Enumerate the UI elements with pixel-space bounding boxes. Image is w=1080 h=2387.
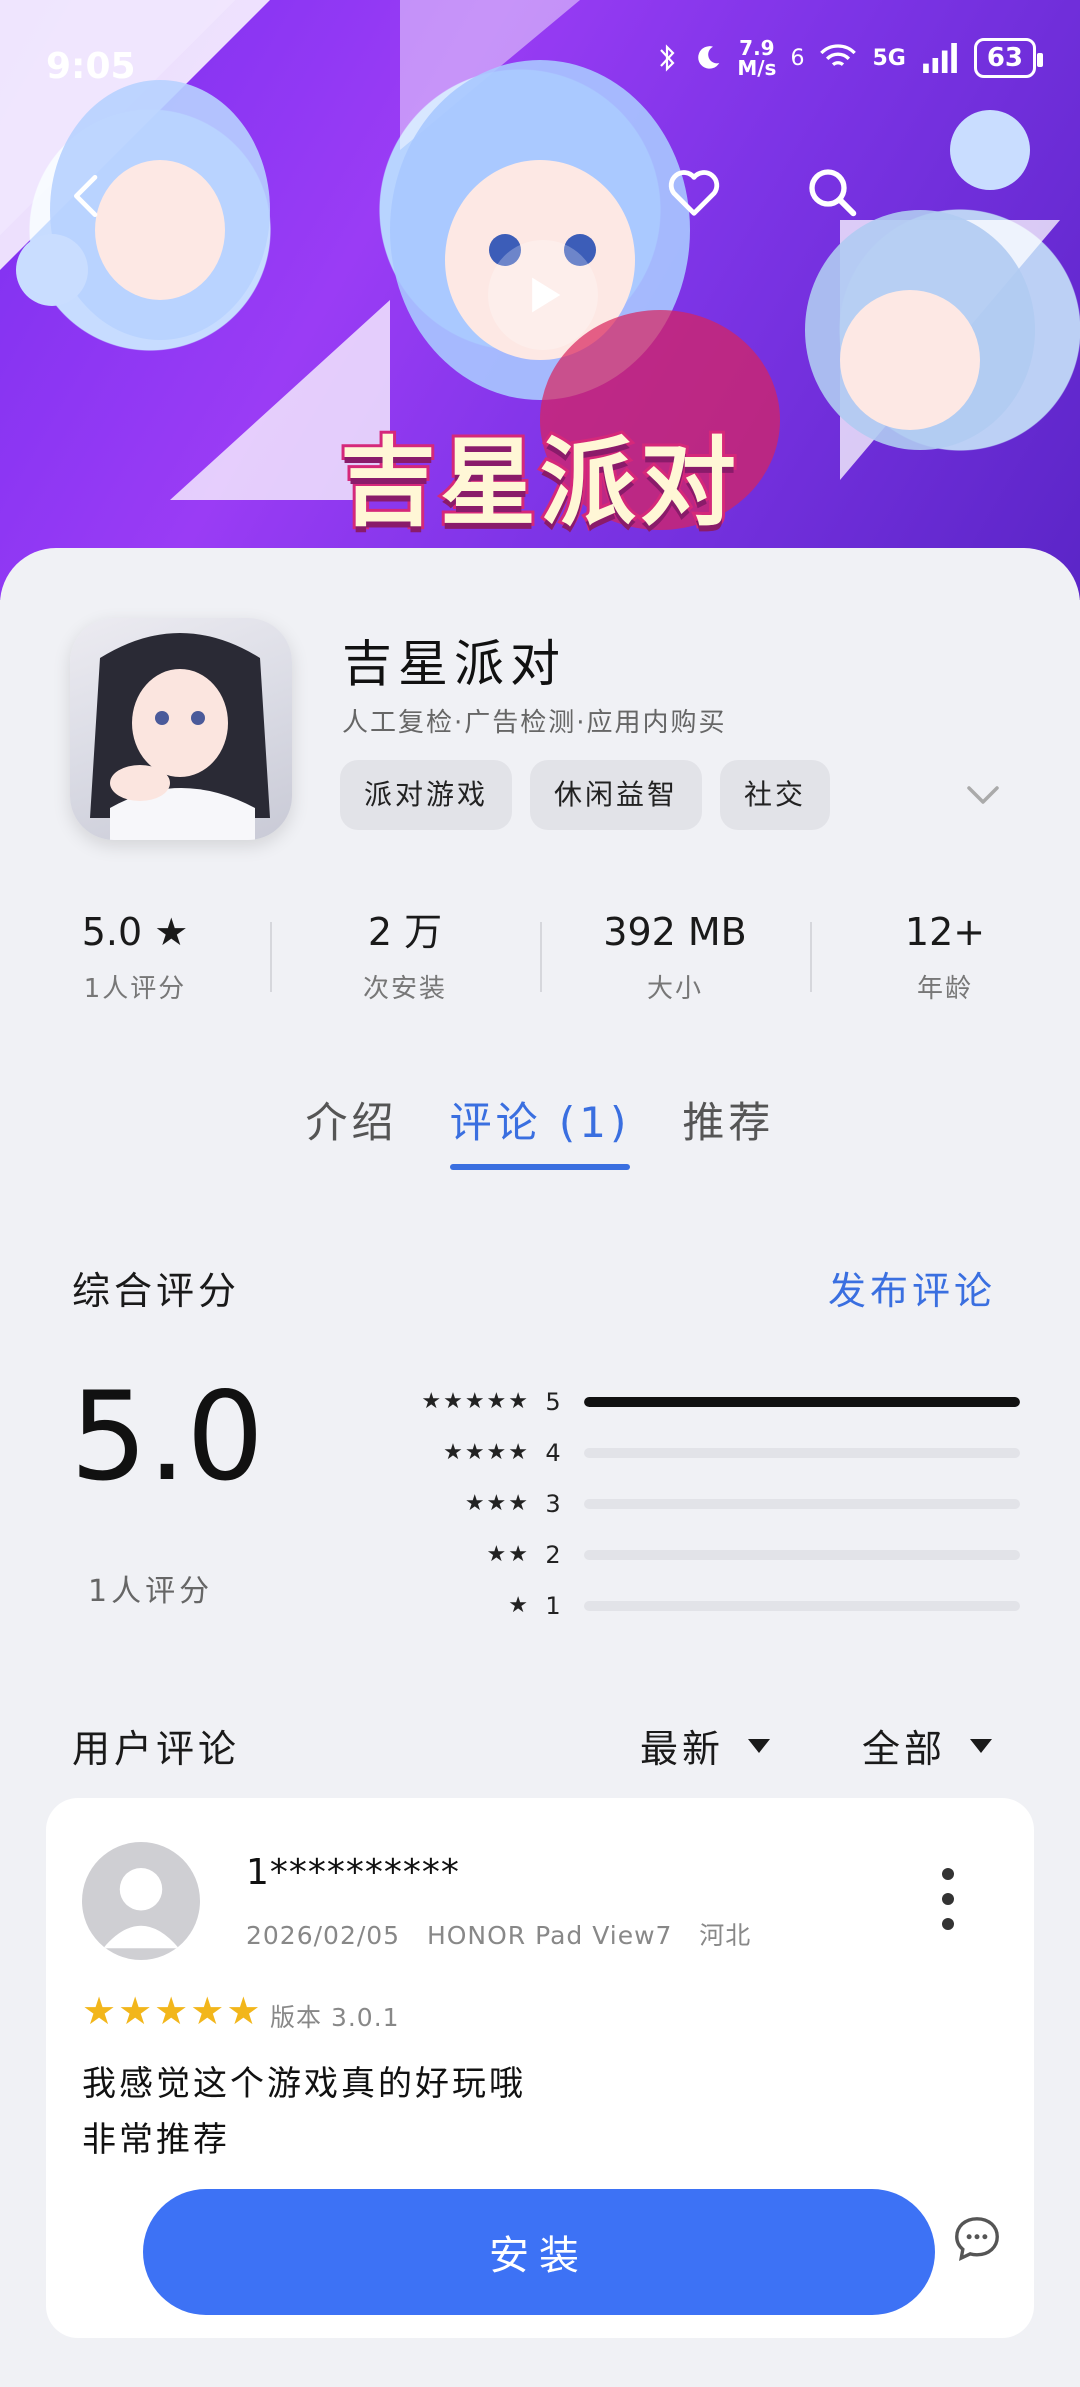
rating-bar-stars: ★ xyxy=(508,1593,530,1618)
rating-distribution: ★★★★★ 5 ★★★★ 4 ★★★ 3 ★★ 2 ★ 1 xyxy=(380,1376,1020,1631)
stat-size: 392 MB 大小 xyxy=(540,888,810,1038)
rating-bar-stars: ★★ xyxy=(486,1542,530,1567)
back-arrow-icon[interactable] xyxy=(60,168,116,224)
star-icon: ★ xyxy=(226,1989,261,2033)
stat-installs: 2 万 次安装 xyxy=(270,888,540,1038)
rating-bar-stars: ★★★ xyxy=(464,1491,530,1516)
rating-bar-level: 4 xyxy=(545,1438,561,1467)
video-play-button[interactable] xyxy=(488,240,598,350)
app-badges: 人工复检·广告检测·应用内购买 xyxy=(342,708,727,738)
rating-bar-stars: ★★★★ xyxy=(443,1440,530,1465)
tag-chip[interactable]: 休闲益智 xyxy=(530,760,703,830)
rating-bar-track xyxy=(584,1396,1020,1407)
star-icon: ★ xyxy=(154,1989,189,2033)
wifi-icon xyxy=(820,44,857,67)
hero-logo-text: 吉星派对 xyxy=(337,424,740,542)
cell-signal-icon xyxy=(922,43,957,73)
chat-bubble-icon[interactable] xyxy=(950,2212,1004,2266)
star-icon: ★ xyxy=(190,1989,225,2033)
rating-bar-row: ★★★★★ 5 xyxy=(380,1376,1020,1427)
play-icon xyxy=(532,277,561,313)
install-button[interactable]: 安装 xyxy=(143,2189,935,2315)
rating-bar-row: ★★★★ 4 xyxy=(380,1427,1020,1478)
review-stars: ★ ★ ★ ★ ★ xyxy=(82,1992,260,2030)
app-icon xyxy=(70,618,292,840)
rating-bar-level: 1 xyxy=(545,1591,561,1620)
app-stats: 5.0 ★ 1人评分 2 万 次安装 392 MB 大小 12+ 年龄 xyxy=(0,888,1080,1038)
do-not-disturb-moon-icon xyxy=(698,46,720,69)
overall-score: 5.0 xyxy=(70,1366,265,1508)
rating-bar-level: 3 xyxy=(545,1489,561,1518)
caret-down-icon xyxy=(970,1738,993,1753)
rating-section-title: 综合评分 xyxy=(72,1269,241,1313)
sort-label: 最新 xyxy=(640,1727,725,1771)
search-icon[interactable] xyxy=(800,160,864,224)
tab-reviews[interactable]: 评论 (1) xyxy=(449,1088,631,1178)
battery-indicator: 63 xyxy=(973,38,1044,78)
app-detail-card: 吉星派对 人工复检·广告检测·应用内购买 派对游戏 休闲益智 社交 5.0 ★ … xyxy=(0,548,1080,2387)
favorite-heart-icon[interactable] xyxy=(662,160,726,224)
sim-indicator: 6 xyxy=(790,45,805,71)
rating-count: 1人评分 xyxy=(88,1574,214,1609)
app-tags: 派对游戏 休闲益智 社交 xyxy=(340,760,831,830)
star-icon: ★ xyxy=(118,1989,153,2033)
more-options-icon[interactable] xyxy=(938,1868,958,1934)
stat-rating[interactable]: 5.0 ★ 1人评分 xyxy=(0,888,270,1038)
chevron-down-icon[interactable] xyxy=(962,774,1004,816)
hero-banner[interactable]: 吉星派对 9:05 7.9 M/s 6 5G 63 xyxy=(0,0,1080,600)
review-version: 版本 3.0.1 xyxy=(270,2003,400,2032)
rating-bar-level: 5 xyxy=(545,1387,561,1416)
network-speed: 7.9 M/s xyxy=(737,36,777,80)
tag-chip[interactable]: 派对游戏 xyxy=(340,760,513,830)
rating-bar-track xyxy=(584,1498,1020,1509)
rating-bar-row: ★★ 2 xyxy=(380,1529,1020,1580)
tab-recommend[interactable]: 推荐 xyxy=(682,1088,774,1178)
app-name: 吉星派对 xyxy=(342,635,566,693)
tag-chip[interactable]: 社交 xyxy=(720,760,831,830)
stat-age[interactable]: 12+ 年龄 xyxy=(810,888,1080,1038)
review-username: 1********** xyxy=(246,1852,460,1893)
rating-bar-track xyxy=(584,1549,1020,1560)
sort-dropdown[interactable]: 最新 xyxy=(640,1718,771,1773)
caret-down-icon xyxy=(748,1738,771,1753)
review-meta: 2026/02/05 HONOR Pad View7 河北 xyxy=(246,1916,751,1952)
rating-bar-track xyxy=(584,1600,1020,1611)
rating-bar-fill xyxy=(584,1396,1020,1407)
rating-bar-track xyxy=(584,1447,1020,1458)
filter-label: 全部 xyxy=(862,1727,947,1771)
review-text: 我感觉这个游戏真的好玩哦 非常推荐 xyxy=(82,2056,526,2168)
filter-dropdown[interactable]: 全部 xyxy=(862,1718,993,1773)
review-location: 河北 xyxy=(699,1921,752,1950)
rating-bar-stars: ★★★★★ xyxy=(421,1389,530,1414)
detail-tabs: 介绍 评论 (1) 推荐 xyxy=(0,1088,1080,1188)
avatar[interactable] xyxy=(82,1842,200,1960)
signal-type: 5G xyxy=(872,45,906,71)
bluetooth-icon xyxy=(660,44,675,72)
review-date: 2026/02/05 xyxy=(246,1921,401,1950)
review-device: HONOR Pad View7 xyxy=(426,1921,673,1950)
publish-review-button[interactable]: 发布评论 xyxy=(828,1260,996,1315)
status-bar: 9:05 7.9 M/s 6 5G 63 xyxy=(0,0,1080,120)
user-placeholder-icon xyxy=(103,1867,179,1949)
rating-bar-row: ★ 1 xyxy=(380,1580,1020,1631)
rating-bar-level: 2 xyxy=(545,1540,561,1569)
star-icon: ★ xyxy=(82,1989,117,2033)
tab-intro[interactable]: 介绍 xyxy=(306,1088,398,1178)
review-line: 非常推荐 xyxy=(82,2120,230,2160)
rating-bar-row: ★★★ 3 xyxy=(380,1478,1020,1529)
user-reviews-title: 用户评论 xyxy=(72,1727,241,1771)
status-time: 9:05 xyxy=(46,46,136,87)
app-icon-artwork xyxy=(90,633,270,840)
review-line: 我感觉这个游戏真的好玩哦 xyxy=(82,2064,526,2104)
